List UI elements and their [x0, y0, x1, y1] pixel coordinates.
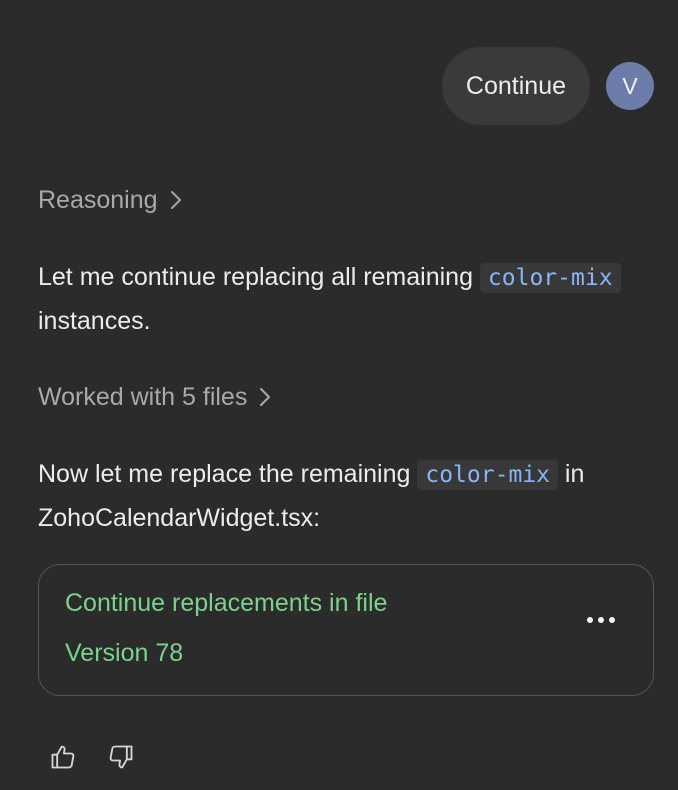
- inline-code: color-mix: [479, 263, 621, 293]
- user-message-row: Continue V: [441, 47, 654, 125]
- thumbs-down-icon[interactable]: [106, 742, 136, 772]
- user-message-text: Continue: [465, 71, 566, 100]
- more-horizontal-icon[interactable]: [587, 617, 615, 623]
- assistant-message: Reasoning Let me continue replacing all …: [38, 180, 654, 696]
- artifact-card-version: Version 78: [65, 639, 184, 667]
- chevron-right-icon: [259, 387, 271, 407]
- assistant-paragraph-1: Let me continue replacing all remaining …: [38, 256, 654, 343]
- artifact-card[interactable]: Continue replacements in file Version 78: [38, 564, 654, 696]
- reasoning-label: Reasoning: [38, 185, 158, 214]
- user-message-bubble: Continue: [441, 47, 590, 125]
- worked-files-toggle[interactable]: Worked with 5 files: [38, 377, 654, 417]
- avatar[interactable]: V: [606, 62, 654, 110]
- avatar-initial: V: [622, 72, 638, 99]
- chevron-right-icon: [170, 190, 182, 210]
- artifact-card-title: Continue replacements in file: [65, 589, 388, 617]
- assistant-paragraph-2: Now let me replace the remaining color-m…: [38, 453, 654, 540]
- reasoning-toggle[interactable]: Reasoning: [38, 180, 654, 220]
- paragraph-1-text-before: Let me continue replacing all remaining: [38, 263, 480, 291]
- feedback-bar: [48, 742, 136, 772]
- worked-files-label: Worked with 5 files: [38, 382, 248, 411]
- paragraph-2-text-before: Now let me replace the remaining: [38, 460, 418, 488]
- chat-page: Continue V Reasoning Let me continue rep…: [0, 0, 678, 790]
- paragraph-1-text-after: instances.: [38, 307, 151, 335]
- thumbs-up-icon[interactable]: [48, 742, 78, 772]
- inline-code: color-mix: [417, 460, 558, 490]
